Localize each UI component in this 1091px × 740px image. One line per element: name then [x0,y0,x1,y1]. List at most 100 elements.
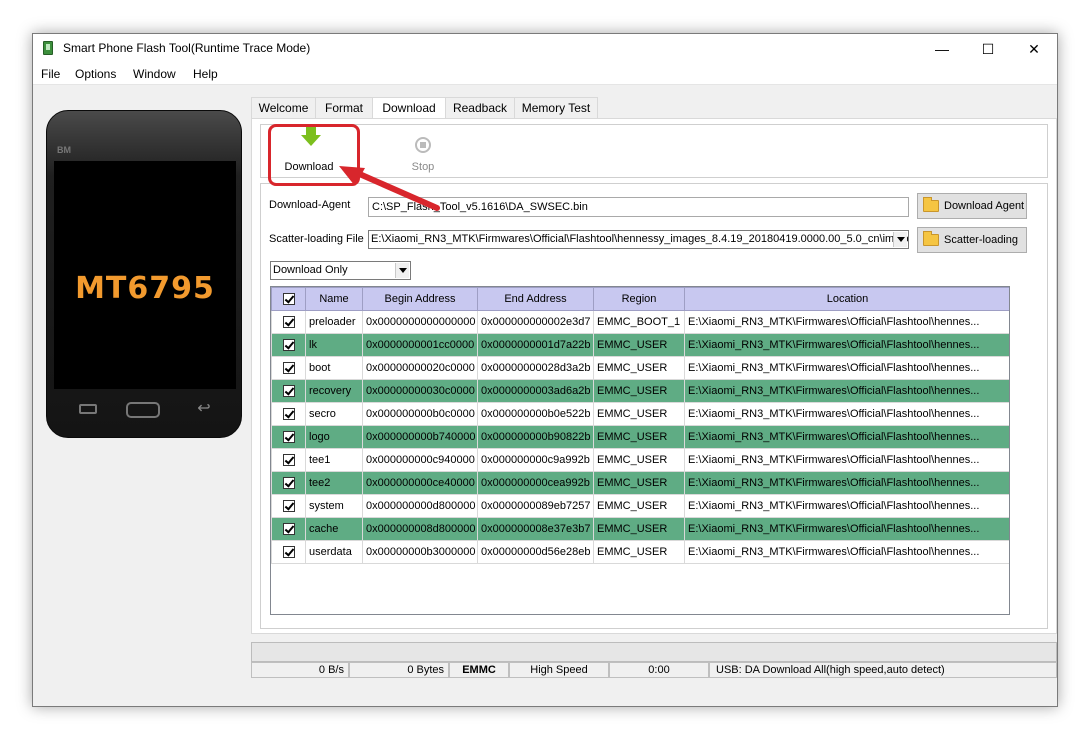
select-all-checkbox[interactable] [271,287,306,311]
status-speed: 0 B/s [251,662,349,678]
cell-begin-address: 0x000000000ce40000 [362,471,478,495]
chevron-down-icon[interactable] [395,263,409,278]
cell-location: E:\Xiaomi_RN3_MTK\Firmwares\Official\Fla… [684,356,1009,380]
table-row[interactable]: tee1 0x000000000c940000 0x000000000c9a992b… [271,448,1009,472]
row-checkbox[interactable] [271,402,306,426]
cell-region: EMMC_BOOT_1 [593,310,685,334]
row-checkbox[interactable] [271,310,306,334]
column-end-address[interactable]: End Address [477,287,594,311]
row-checkbox[interactable] [271,448,306,472]
cell-location: E:\Xiaomi_RN3_MTK\Firmwares\Official\Fla… [684,425,1009,449]
download-agent-button[interactable]: Download Agent [917,193,1027,219]
download-agent-field[interactable]: C:\SP_Flash_Tool_v5.1616\DA_SWSEC.bin [368,197,909,217]
tab-readback[interactable]: Readback [445,97,515,119]
title-bar[interactable]: Smart Phone Flash Tool(Runtime Trace Mod… [33,34,1057,64]
cell-begin-address: 0x0000000001cc0000 [362,333,478,357]
scatter-loading-button[interactable]: Scatter-loading [917,227,1027,253]
status-usb: USB: DA Download All(high speed,auto det… [709,662,1057,678]
cell-begin-address: 0x00000000b3000000 [362,540,478,564]
scatter-loading-label: Scatter-loading File [269,233,364,245]
home-key-icon [126,402,160,418]
cell-location: E:\Xiaomi_RN3_MTK\Firmwares\Official\Fla… [684,540,1009,564]
cell-region: EMMC_USER [593,471,685,495]
cell-region: EMMC_USER [593,517,685,541]
cell-end-address: 0x000000008e37e3b7 [477,517,594,541]
cell-name: system [305,494,363,518]
partition-table: Name Begin Address End Address Region Lo… [270,286,1010,615]
row-checkbox[interactable] [271,517,306,541]
cell-end-address: 0x000000000cea992b [477,471,594,495]
column-begin-address[interactable]: Begin Address [362,287,478,311]
table-row[interactable]: cache 0x000000008d800000 0x000000008e37e3b… [271,517,1009,541]
download-mode-select[interactable]: Download Only [270,261,411,280]
cell-name: secro [305,402,363,426]
cell-begin-address: 0x000000008d800000 [362,517,478,541]
download-mode-value: Download Only [273,264,348,276]
cell-name: boot [305,356,363,380]
column-name[interactable]: Name [305,287,363,311]
status-storage: EMMC [449,662,509,678]
minimize-button[interactable]: — [919,34,965,64]
maximize-button[interactable]: ☐ [965,34,1011,64]
cell-end-address: 0x00000000028d3a2b [477,356,594,380]
tab-memory-test[interactable]: Memory Test [514,97,598,119]
table-row[interactable]: boot 0x00000000020c0000 0x00000000028d3a2b… [271,356,1009,380]
table-row[interactable]: userdata 0x00000000b3000000 0x00000000d56e… [271,540,1009,564]
row-checkbox[interactable] [271,471,306,495]
cell-name: userdata [305,540,363,564]
cell-begin-address: 0x000000000b0c0000 [362,402,478,426]
cell-end-address: 0x000000000b90822b [477,425,594,449]
table-row[interactable]: logo 0x000000000b740000 0x000000000b90822b… [271,425,1009,449]
menu-key-icon [79,404,97,414]
back-key-icon: ↩ [197,400,211,417]
phone-image: BM MT6795 ↩ [46,110,242,438]
cell-region: EMMC_USER [593,402,685,426]
menu-options[interactable]: Options [75,67,116,81]
row-checkbox[interactable] [271,356,306,380]
phone-screen: MT6795 [54,161,236,389]
cell-location: E:\Xiaomi_RN3_MTK\Firmwares\Official\Fla… [684,379,1009,403]
cell-end-address: 0x0000000003ad6a2b [477,379,594,403]
app-window: Smart Phone Flash Tool(Runtime Trace Mod… [32,33,1058,707]
row-checkbox[interactable] [271,333,306,357]
cell-location: E:\Xiaomi_RN3_MTK\Firmwares\Official\Fla… [684,448,1009,472]
column-region[interactable]: Region [593,287,685,311]
cell-name: tee1 [305,448,363,472]
cell-location: E:\Xiaomi_RN3_MTK\Firmwares\Official\Fla… [684,494,1009,518]
folder-icon [923,197,939,212]
cell-region: EMMC_USER [593,379,685,403]
table-row[interactable]: tee2 0x000000000ce40000 0x000000000cea992b… [271,471,1009,495]
scatter-loading-combo[interactable]: E:\Xiaomi_RN3_MTK\Firmwares\Official\Fla… [368,230,909,249]
tab-format[interactable]: Format [315,97,373,119]
cell-region: EMMC_USER [593,540,685,564]
close-button[interactable]: ✕ [1011,34,1057,64]
table-row[interactable]: system 0x000000000d800000 0x0000000089eb72… [271,494,1009,518]
column-location[interactable]: Location [684,287,1009,311]
cell-end-address: 0x000000000c9a992b [477,448,594,472]
cell-name: tee2 [305,471,363,495]
table-row[interactable]: preloader 0x0000000000000000 0x00000000000… [271,310,1009,334]
menu-window[interactable]: Window [133,67,176,81]
cell-begin-address: 0x00000000020c0000 [362,356,478,380]
status-time: 0:00 [609,662,709,678]
table-row[interactable]: lk 0x0000000001cc0000 0x0000000001d7a22b EM… [271,333,1009,357]
tab-download[interactable]: Download [372,97,446,120]
menu-help[interactable]: Help [193,67,218,81]
table-row[interactable]: secro 0x000000000b0c0000 0x000000000b0e522… [271,402,1009,426]
row-checkbox[interactable] [271,425,306,449]
menu-file[interactable]: File [41,67,60,81]
cell-region: EMMC_USER [593,425,685,449]
cell-end-address: 0x000000000b0e522b [477,402,594,426]
folder-icon [923,231,939,246]
chevron-down-icon[interactable] [893,232,907,247]
row-checkbox[interactable] [271,379,306,403]
phone-brand: BM [57,145,71,155]
cell-begin-address: 0x0000000000000000 [362,310,478,334]
row-checkbox[interactable] [271,540,306,564]
cell-begin-address: 0x00000000030c0000 [362,379,478,403]
table-row[interactable]: recovery 0x00000000030c0000 0x0000000003ad… [271,379,1009,403]
cell-location: E:\Xiaomi_RN3_MTK\Firmwares\Official\Fla… [684,402,1009,426]
row-checkbox[interactable] [271,494,306,518]
tab-welcome[interactable]: Welcome [251,97,316,119]
chipset-label: MT6795 [75,271,215,306]
